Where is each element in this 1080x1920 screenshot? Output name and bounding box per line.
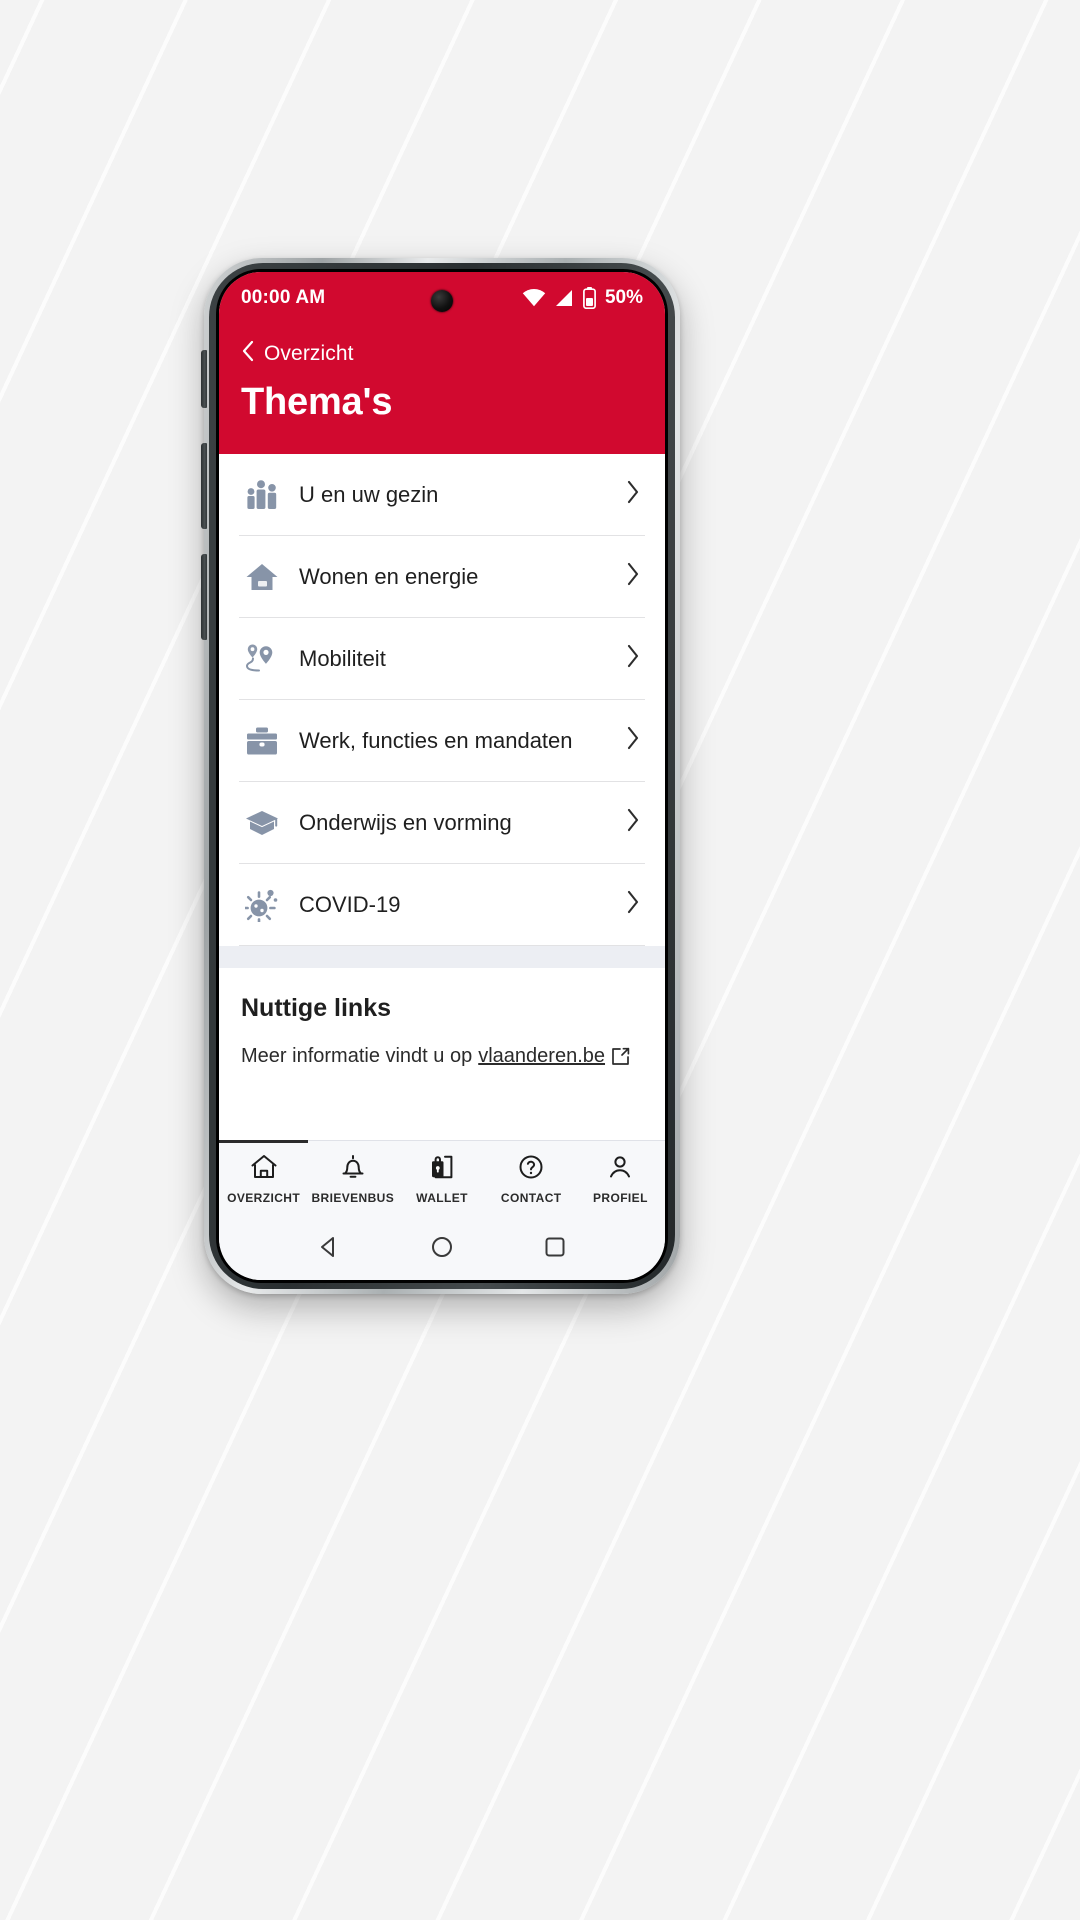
tab-brievenbus[interactable]: BRIEVENBUS [308, 1141, 397, 1218]
bottom-tab-bar: OVERZICHT BRIEVENBUS WALLET CONTACT PROF… [219, 1140, 665, 1218]
useful-links-text: Meer informatie vindt u op vlaanderen.be [241, 1045, 643, 1068]
useful-links-section: Nuttige links Meer informatie vindt u op… [219, 968, 665, 1068]
back-triangle-icon[interactable] [316, 1234, 342, 1265]
recents-square-icon[interactable] [542, 1234, 568, 1265]
phone-device: 00:00 AM 50% Overzicht Thema's U en uw g… [201, 258, 680, 1294]
front-camera-punch-hole [431, 290, 453, 312]
theme-item-label: U en uw gezin [299, 481, 439, 507]
tab-label: PROFIEL [593, 1191, 648, 1205]
question-circle-icon [518, 1154, 544, 1185]
status-clock: 00:00 AM [241, 287, 326, 308]
theme-item-wonen-en-energie[interactable]: Wonen en energie [239, 536, 645, 618]
theme-item-u-en-uw-gezin[interactable]: U en uw gezin [239, 454, 645, 536]
status-icon-group: 50% [522, 287, 643, 309]
chevron-right-icon [625, 889, 641, 920]
tab-label: CONTACT [500, 1191, 562, 1205]
tab-contact[interactable]: CONTACT [487, 1141, 576, 1218]
theme-item-label: Wonen en energie [299, 563, 479, 589]
phone-button-top[interactable] [201, 350, 207, 408]
chevron-right-icon [625, 479, 641, 510]
home-circle-icon[interactable] [429, 1234, 455, 1265]
chevron-right-icon [625, 725, 641, 756]
back-button-label: Overzicht [264, 341, 354, 365]
theme-item-onderwijs-en-vorming[interactable]: Onderwijs en vorming [239, 782, 645, 864]
useful-links-title: Nuttige links [241, 994, 392, 1022]
chevron-right-icon [625, 561, 641, 592]
battery-icon [583, 287, 596, 309]
tab-label: BRIEVENBUS [311, 1191, 395, 1205]
content-filler [219, 1068, 665, 1140]
useful-links-text-prefix: Meer informatie vindt u op [241, 1045, 473, 1067]
theme-item-mobiliteit[interactable]: Mobiliteit [239, 618, 645, 700]
theme-list: U en uw gezin Wonen en energie Mobilitei… [219, 454, 665, 946]
theme-item-werk-functies-en-mandaten[interactable]: Werk, functies en mandaten [239, 700, 645, 782]
content-area: U en uw gezin Wonen en energie Mobilitei… [219, 454, 665, 1140]
theme-item-label: Onderwijs en vorming [299, 809, 512, 835]
phone-volume-up-button[interactable] [201, 443, 207, 529]
tab-label: WALLET [416, 1191, 468, 1205]
external-link-icon [611, 1047, 630, 1066]
theme-item-label: COVID-19 [299, 891, 401, 917]
chevron-right-icon [625, 807, 641, 838]
section-divider [219, 946, 665, 968]
tab-profiel[interactable]: PROFIEL [576, 1141, 665, 1218]
tab-label: OVERZICHT [227, 1191, 301, 1205]
briefcase-icon [239, 719, 285, 763]
home-icon [250, 1154, 278, 1185]
theme-item-label: Mobiliteit [299, 645, 386, 671]
virus-icon [239, 883, 285, 927]
active-tab-indicator [219, 1140, 309, 1143]
back-button[interactable]: Overzicht [241, 340, 643, 367]
wallet-lock-icon [429, 1154, 455, 1185]
android-navigation-bar [219, 1218, 665, 1280]
chevron-right-icon [625, 643, 641, 674]
theme-item-label: Werk, functies en mandaten [299, 727, 573, 753]
graduation-cap-icon [239, 801, 285, 845]
map-pin-route-icon [239, 637, 285, 681]
tab-overzicht[interactable]: OVERZICHT [219, 1141, 308, 1218]
family-icon [239, 473, 285, 517]
phone-screen: 00:00 AM 50% Overzicht Thema's U en uw g… [219, 272, 665, 1280]
page-title: Thema's [241, 381, 393, 423]
wifi-icon [522, 289, 546, 307]
cellular-signal-icon [555, 289, 574, 307]
theme-item-covid-19[interactable]: COVID-19 [239, 864, 645, 946]
chevron-left-icon [241, 340, 255, 367]
person-icon [607, 1154, 633, 1185]
tab-wallet[interactable]: WALLET [397, 1141, 486, 1218]
battery-percent-label: 50% [604, 287, 643, 308]
phone-bezel: 00:00 AM 50% Overzicht Thema's U en uw g… [216, 269, 668, 1283]
bell-icon [340, 1154, 366, 1185]
vlaanderen-be-link[interactable]: vlaanderen.be [478, 1045, 605, 1068]
house-icon [239, 555, 285, 599]
status-bar: 00:00 AM 50% [219, 272, 665, 324]
phone-volume-down-button[interactable] [201, 554, 207, 640]
page-header: Overzicht Thema's [219, 324, 665, 454]
